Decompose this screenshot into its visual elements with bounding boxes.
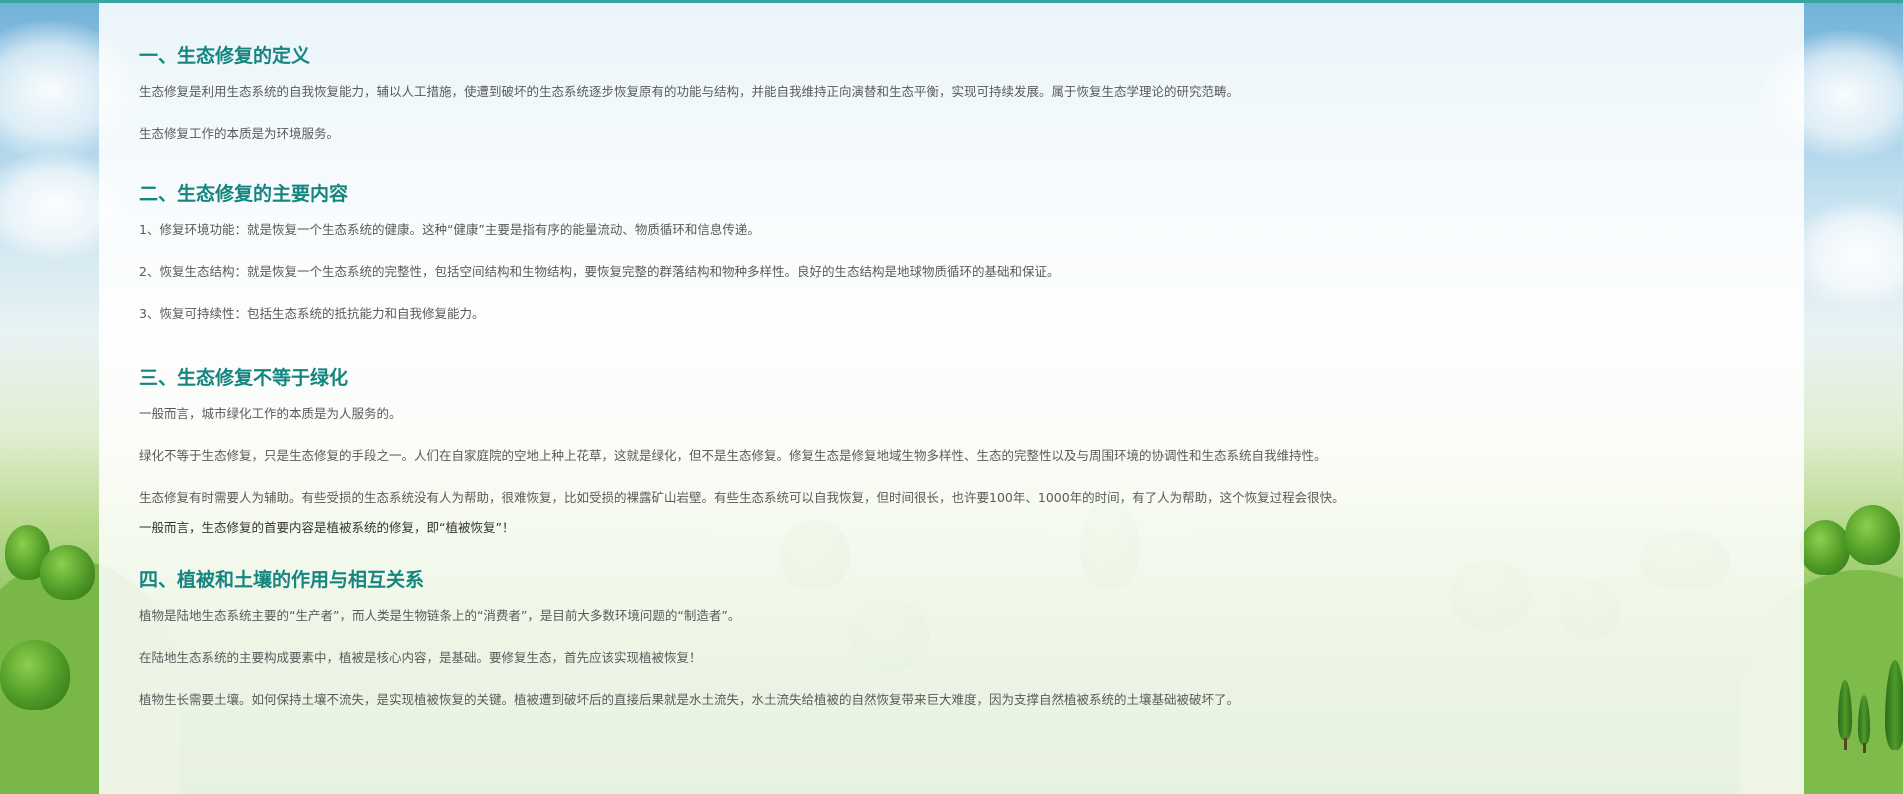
section-title: 二、生态修复的主要内容 <box>139 183 349 205</box>
paragraph: 一般而言，生态修复的首要内容是植被系统的修复，即“植被恢复”！ <box>139 520 515 535</box>
paragraph: 生态修复有时需要人为辅助。有些受损的生态系统没有人为帮助，很难恢复，比如受损的裸… <box>139 490 1345 505</box>
section-title: 三、生态修复不等于绿化 <box>139 367 349 389</box>
paragraph: 1、修复环境功能：就是恢复一个生态系统的健康。这种“健康”主要是指有序的能量流动… <box>139 222 760 237</box>
paragraph: 3、恢复可持续性：包括生态系统的抵抗能力和自我修复能力。 <box>139 306 485 321</box>
paragraph: 植物生长需要土壤。如何保持土壤不流失，是实现植被恢复的关键。植被遭到破坏后的直接… <box>139 692 1240 707</box>
section-main-content: 二、生态修复的主要内容 1、修复环境功能：就是恢复一个生态系统的健康。这种“健康… <box>139 181 1804 323</box>
section-definition: 一、生态修复的定义 生态修复是利用生态系统的自我恢复能力，辅以人工措施，使遭到破… <box>139 43 1804 143</box>
paragraph: 生态修复是利用生态系统的自我恢复能力，辅以人工措施，使遭到破坏的生态系统逐步恢复… <box>139 84 1240 99</box>
section-not-greening: 三、生态修复不等于绿化 一般而言，城市绿化工作的本质是为人服务的。 绿化不等于生… <box>139 365 1804 537</box>
paragraph: 2、恢复生态结构：就是恢复一个生态系统的完整性，包括空间结构和生物结构，要恢复完… <box>139 264 1060 279</box>
section-title: 一、生态修复的定义 <box>139 45 311 67</box>
paragraph: 生态修复工作的本质是为环境服务。 <box>139 126 340 141</box>
paragraph: 植物是陆地生态系统主要的“生产者”，而人类是生物链条上的“消费者”，是目前大多数… <box>139 608 741 623</box>
section-vegetation-soil: 四、植被和土壤的作用与相互关系 植物是陆地生态系统主要的“生产者”，而人类是生物… <box>139 567 1804 709</box>
paragraph: 在陆地生态系统的主要构成要素中，植被是核心内容，是基础。要修复生态，首先应该实现… <box>139 650 702 665</box>
section-title: 四、植被和土壤的作用与相互关系 <box>139 569 425 591</box>
content-panel: 一、生态修复的定义 生态修复是利用生态系统的自我恢复能力，辅以人工措施，使遭到破… <box>99 3 1804 794</box>
paragraph: 绿化不等于生态修复，只是生态修复的手段之一。人们在自家庭院的空地上种上花草，这就… <box>139 448 1327 463</box>
paragraph: 一般而言，城市绿化工作的本质是为人服务的。 <box>139 406 402 421</box>
